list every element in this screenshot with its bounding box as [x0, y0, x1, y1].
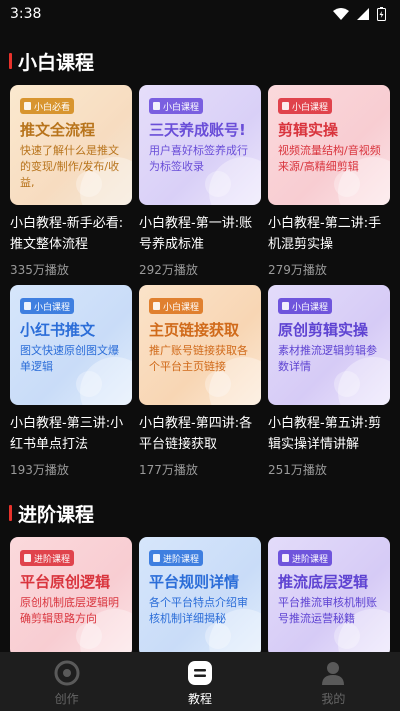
course-thumbnail: 小白课程 小红书推文 图文快速原创图文爆单逻辑 [10, 285, 132, 405]
tab-label: 创作 [54, 692, 79, 706]
course-tag: 小白课程 [278, 98, 333, 114]
course-title: 小白教程-第五讲:剪辑实操详情讲解 [268, 416, 382, 452]
course-tag: 小白课程 [149, 298, 204, 314]
course-thumbnail: 进阶课程 平台规则详情 各个平台特点介绍审核机制详细揭秘 [139, 537, 261, 652]
thumbnail-title: 平台原创逻辑 [20, 573, 111, 591]
view-count: 251万播放 [268, 463, 327, 477]
course-tag: 小白课程 [20, 298, 75, 314]
course-card[interactable]: 小白课程 小红书推文 图文快速原创图文爆单逻辑 小白教程-第三讲:小红书单点打法… [10, 285, 132, 477]
book-icon [24, 302, 31, 310]
tutorial-icon [187, 661, 212, 685]
section-title-text: 进阶课程 [18, 503, 95, 526]
thumbnail-title: 剪辑实操 [278, 121, 339, 139]
thumbnail-desc: 各个平台特点介绍审核机制详细揭秘 [149, 596, 248, 625]
tab-label: 我的 [321, 692, 346, 706]
thumbnail-title: 三天养成账号! [149, 121, 246, 139]
view-count: 292万播放 [139, 263, 198, 277]
section-title-accent [9, 505, 12, 521]
view-count: 177万播放 [139, 463, 198, 477]
book-icon [153, 302, 160, 310]
view-count: 279万播放 [268, 263, 327, 277]
course-tag: 进阶课程 [20, 550, 75, 566]
course-thumbnail: 小白课程 剪辑实操 视频流量结构/音视频来源/高精细剪辑 [268, 85, 390, 205]
tab-create[interactable]: 创作 [0, 652, 133, 711]
section-title-advanced: 进阶课程 [0, 498, 94, 528]
signal-icon [357, 8, 369, 20]
view-count: 193万播放 [10, 463, 69, 477]
tab-label: 教程 [187, 692, 212, 706]
thumbnail-desc: 素材推流逻辑剪辑参数详情 [278, 344, 377, 373]
course-list[interactable]: 小白课程 小白必看 推文全流程 快速了解什么是推文的变现/制作/发布/收益, 小… [0, 28, 400, 652]
course-tag: 进阶课程 [278, 550, 333, 566]
thumbnail-desc: 原创机制底层逻辑明确剪辑思路方向 [20, 596, 119, 625]
beginner-course-grid: 小白必看 推文全流程 快速了解什么是推文的变现/制作/发布/收益, 小白教程-新… [10, 85, 390, 477]
tab-profile[interactable]: 我的 [267, 652, 400, 711]
section-title-accent [9, 53, 12, 69]
course-tag: 进阶课程 [149, 550, 204, 566]
thumbnail-title: 小红书推文 [20, 321, 96, 339]
thumbnail-desc: 推广账号链接获取各个平台主页链接 [149, 344, 248, 373]
course-thumbnail: 小白课程 主页链接获取 推广账号链接获取各个平台主页链接 [139, 285, 261, 405]
book-icon [153, 554, 160, 562]
course-thumbnail: 小白必看 推文全流程 快速了解什么是推文的变现/制作/发布/收益, [10, 85, 132, 205]
book-icon [282, 102, 289, 110]
course-thumbnail: 小白课程 原创剪辑实操 素材推流逻辑剪辑参数详情 [268, 285, 390, 405]
course-tag: 小白必看 [20, 98, 75, 114]
thumbnail-title: 主页链接获取 [149, 321, 240, 339]
person-icon [322, 662, 345, 685]
thumbnail-title: 推文全流程 [20, 121, 96, 139]
course-thumbnail: 进阶课程 推流底层逻辑 平台推流审核机制账号推流运营秘籍 [268, 537, 390, 652]
book-icon [24, 102, 31, 110]
view-count: 335万播放 [10, 263, 69, 277]
course-title: 小白教程-第二讲:手机混剪实操 [268, 216, 382, 252]
course-card[interactable]: 小白课程 三天养成账号! 用户喜好标签养成行为标签收录 小白教程-第一讲:账号养… [139, 85, 261, 277]
section-title-text: 小白课程 [18, 51, 95, 74]
thumbnail-title: 原创剪辑实操 [278, 321, 369, 339]
course-tag: 小白课程 [149, 98, 204, 114]
course-title: 小白教程-第三讲:小红书单点打法 [10, 416, 124, 452]
thumbnail-title: 平台规则详情 [149, 573, 240, 591]
status-icons [333, 7, 386, 21]
bottom-tab-bar: 创作 教程 我的 [0, 652, 400, 711]
wifi-icon [333, 8, 349, 20]
status-time: 3:38 [10, 6, 42, 22]
course-title: 小白教程-第一讲:账号养成标准 [139, 216, 253, 252]
book-icon [24, 554, 31, 562]
course-card[interactable]: 小白必看 推文全流程 快速了解什么是推文的变现/制作/发布/收益, 小白教程-新… [10, 85, 132, 277]
course-card[interactable]: 小白课程 剪辑实操 视频流量结构/音视频来源/高精细剪辑 小白教程-第二讲:手机… [268, 85, 390, 277]
advanced-course-grid: 进阶课程 平台原创逻辑 原创机制底层逻辑明确剪辑思路方向 进阶课程 平台规则详情… [10, 537, 390, 652]
thumbnail-desc: 图文快速原创图文爆单逻辑 [20, 344, 119, 373]
book-icon [282, 554, 289, 562]
thumbnail-desc: 用户喜好标签养成行为标签收录 [149, 144, 248, 173]
course-thumbnail: 小白课程 三天养成账号! 用户喜好标签养成行为标签收录 [139, 85, 261, 205]
thumbnail-desc: 视频流量结构/音视频来源/高精细剪辑 [278, 144, 381, 173]
section-title-beginner: 小白课程 [0, 46, 94, 76]
disc-icon [54, 660, 80, 686]
book-icon [282, 302, 289, 310]
course-title: 小白教程-新手必看:推文整体流程 [10, 216, 124, 252]
course-title: 小白教程-第四讲:各平台链接获取 [139, 416, 253, 452]
course-card[interactable]: 进阶课程 推流底层逻辑 平台推流审核机制账号推流运营秘籍 [268, 537, 390, 652]
thumbnail-desc: 平台推流审核机制账号推流运营秘籍 [278, 596, 377, 625]
course-thumbnail: 进阶课程 平台原创逻辑 原创机制底层逻辑明确剪辑思路方向 [10, 537, 132, 652]
battery-icon [377, 7, 386, 21]
status-bar: 3:38 [0, 0, 400, 28]
tab-tutorial[interactable]: 教程 [133, 652, 266, 711]
thumbnail-title: 推流底层逻辑 [278, 573, 369, 591]
book-icon [153, 102, 160, 110]
course-card[interactable]: 小白课程 原创剪辑实操 素材推流逻辑剪辑参数详情 小白教程-第五讲:剪辑实操详情… [268, 285, 390, 477]
thumbnail-desc: 快速了解什么是推文的变现/制作/发布/收益, [20, 144, 120, 189]
course-card[interactable]: 进阶课程 平台原创逻辑 原创机制底层逻辑明确剪辑思路方向 [10, 537, 132, 652]
course-card[interactable]: 小白课程 主页链接获取 推广账号链接获取各个平台主页链接 小白教程-第四讲:各平… [139, 285, 261, 477]
course-tag: 小白课程 [278, 298, 333, 314]
course-card[interactable]: 进阶课程 平台规则详情 各个平台特点介绍审核机制详细揭秘 [139, 537, 261, 652]
